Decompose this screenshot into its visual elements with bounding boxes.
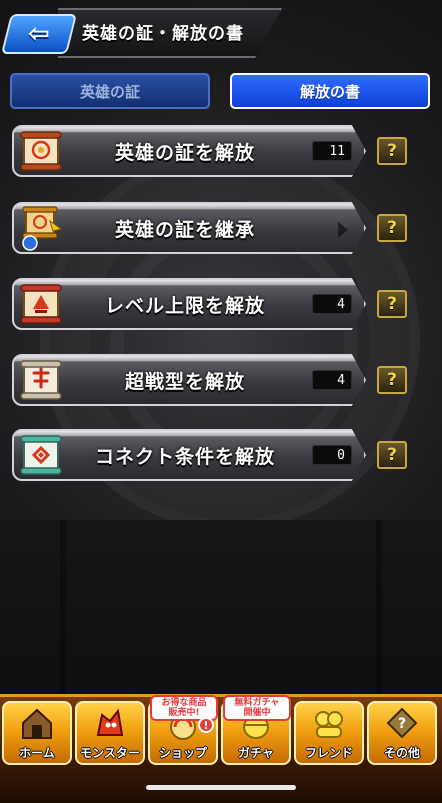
count-display: 4	[312, 294, 352, 314]
back-button[interactable]: ⇦	[1, 14, 77, 54]
menu-row-inherit-hero-proof: 英雄の証を継承 ?	[0, 202, 442, 256]
nav-gacha[interactable]: 無料ガチャ 開催中 ガチャ	[221, 695, 291, 765]
count-display: 0	[312, 445, 352, 465]
menu-row-release-level-cap: レベル上限を解放 4 ?	[0, 278, 442, 332]
scroll-transfer-icon	[22, 206, 63, 251]
nav-label: その他	[383, 746, 420, 760]
row-label: コネクト条件を解放	[94, 445, 275, 468]
home-indicator[interactable]	[146, 785, 296, 790]
scroll-icon	[20, 131, 62, 171]
home-icon	[22, 708, 52, 739]
scroll-icon	[20, 435, 62, 475]
menu-row-release-super-combat: 超戦型を解放 4 ?	[0, 354, 442, 408]
nav-label: ガチャ	[238, 746, 274, 760]
nav-monster[interactable]: モンスター	[75, 701, 145, 765]
help-button[interactable]: ?	[377, 441, 407, 469]
help-button[interactable]: ?	[377, 214, 407, 242]
row-label: レベル上限を解放	[104, 294, 265, 317]
alert-icon: !	[198, 717, 214, 733]
help-button[interactable]: ?	[377, 137, 407, 165]
svg-text:?: ?	[398, 716, 406, 732]
nav-shop[interactable]: お得な商品 販売中! ! ショップ	[148, 695, 218, 765]
question-icon: ?	[387, 294, 397, 314]
count-display: 11	[312, 141, 352, 161]
question-icon: ?	[387, 218, 397, 238]
nav-label: モンスター	[80, 746, 140, 760]
row-label: 超戦型を解放	[124, 370, 245, 393]
menu-row-release-connect: コネクト条件を解放 0 ?	[0, 429, 442, 483]
gacha-promo-badge: 無料ガチャ 開催中	[223, 695, 291, 721]
nav-home[interactable]: ホーム	[2, 701, 72, 765]
nav-other[interactable]: ? その他	[367, 701, 437, 765]
tab-hero-proof[interactable]: 英雄の証	[10, 73, 210, 109]
friend-icon	[315, 711, 343, 738]
help-button[interactable]: ?	[377, 290, 407, 318]
scroll-icon	[20, 360, 62, 400]
background-floor	[0, 520, 442, 700]
nav-label: フレンド	[304, 746, 353, 760]
row-label: 英雄の証を解放	[114, 141, 255, 164]
question-icon: ?	[387, 141, 397, 161]
monster-icon	[96, 708, 124, 736]
help-button[interactable]: ?	[377, 366, 407, 394]
question-icon: ?	[387, 445, 397, 465]
menu-row-release-hero-proof: 英雄の証を解放 11 ?	[0, 125, 442, 179]
tab-release-book[interactable]: 解放の書	[230, 73, 430, 109]
nav-label: ショップ	[158, 746, 207, 760]
question-icon: ?	[387, 370, 397, 390]
nav-friend[interactable]: フレンド	[294, 701, 364, 765]
back-arrow-icon: ⇦	[28, 19, 50, 49]
page-title: 英雄の証・解放の書	[82, 24, 244, 44]
row-label: 英雄の証を継承	[114, 218, 255, 241]
header: ⇦ 英雄の証・解放の書	[0, 8, 300, 58]
count-display: 4	[312, 370, 352, 390]
nav-label: ホーム	[19, 746, 55, 760]
other-icon: ?	[386, 707, 418, 739]
scroll-icon	[20, 284, 62, 324]
